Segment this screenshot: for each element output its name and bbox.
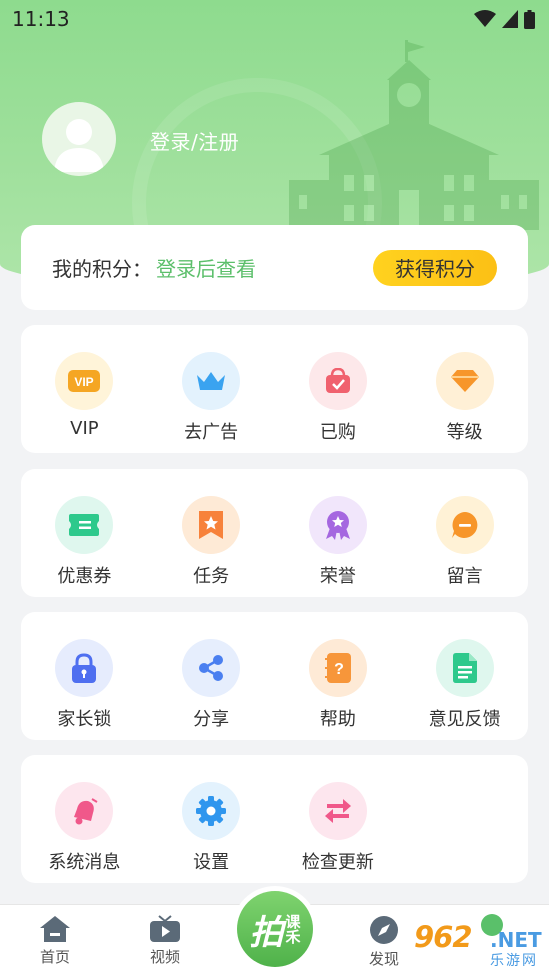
menu-item-share[interactable]: 分享 xyxy=(148,639,275,731)
coupon-icon xyxy=(55,496,114,554)
menu-label: 分享 xyxy=(193,709,230,730)
menu-item-message[interactable]: 留言 xyxy=(401,496,528,588)
menu-item-system-messages[interactable]: 系统消息 xyxy=(21,782,148,874)
medal-icon xyxy=(308,496,367,554)
menu-label: 检查更新 xyxy=(301,852,374,873)
status-time: 11:13 xyxy=(12,7,70,31)
refresh-icon xyxy=(308,782,367,840)
tab-label: 首页 xyxy=(39,948,70,966)
menu-item-vip[interactable]: VIP VIP xyxy=(21,352,148,444)
tab-video[interactable]: 视频 xyxy=(130,915,200,967)
bag-icon xyxy=(308,352,367,410)
menu-item-level[interactable]: 等级 xyxy=(401,352,528,444)
task-icon xyxy=(182,496,241,554)
earn-points-button[interactable]: 获得积分 xyxy=(373,249,497,286)
menu-item-parent-lock[interactable]: 家长锁 xyxy=(21,639,148,731)
watermark-number: 962 xyxy=(414,920,473,954)
tab-label: 视频 xyxy=(149,948,180,966)
home-icon xyxy=(40,916,70,942)
svg-text:?: ? xyxy=(334,661,344,678)
menu-item-check-update[interactable]: 检查更新 xyxy=(275,782,402,874)
tv-icon xyxy=(150,915,180,942)
menu-label: 等级 xyxy=(446,422,483,443)
menu-item-feedback[interactable]: 意见反馈 xyxy=(401,639,528,731)
menu-card-4: 系统消息 设置 检查更新 xyxy=(21,755,528,883)
crown-icon xyxy=(182,352,241,410)
signal-icon xyxy=(502,10,518,28)
bell-icon xyxy=(55,782,114,840)
status-bar: 11:13 xyxy=(0,0,549,38)
menu-label: 留言 xyxy=(446,566,483,587)
site-watermark: 962 .NET 乐游网 xyxy=(414,920,549,972)
menu-label: 任务 xyxy=(193,566,230,587)
svg-text:VIP: VIP xyxy=(75,375,94,389)
menu-item-honor[interactable]: 荣誉 xyxy=(275,496,402,588)
user-avatar-icon xyxy=(54,119,104,172)
menu-label: 荣誉 xyxy=(319,566,356,587)
menu-label: VIP xyxy=(70,418,99,439)
diamond-icon xyxy=(435,352,494,410)
menu-item-coupon[interactable]: 优惠券 xyxy=(21,496,148,588)
tab-discover[interactable]: 发现 xyxy=(349,915,419,969)
lock-icon xyxy=(55,639,114,697)
menu-label: 家长锁 xyxy=(57,709,112,730)
feedback-icon xyxy=(435,639,494,697)
tab-label: 发现 xyxy=(368,950,399,968)
menu-card-3: 家长锁 分享 ? 帮助 意见反馈 xyxy=(21,612,528,740)
menu-label: 设置 xyxy=(193,852,230,873)
menu-label: 系统消息 xyxy=(48,852,121,873)
points-card: 我的积分： 登录后查看 获得积分 xyxy=(21,225,528,310)
menu-item-help[interactable]: ? 帮助 xyxy=(275,639,402,731)
avatar[interactable] xyxy=(42,102,116,176)
menu-label: 去广告 xyxy=(184,422,239,443)
gear-icon xyxy=(182,782,241,840)
menu-item-task[interactable]: 任务 xyxy=(148,496,275,588)
menu-label: 已购 xyxy=(319,422,356,443)
menu-item-remove-ads[interactable]: 去广告 xyxy=(148,352,275,444)
logo-main-text: 拍 xyxy=(249,912,284,953)
wifi-icon xyxy=(474,10,496,27)
share-icon xyxy=(182,639,241,697)
menu-card-1: VIP VIP 去广告 已购 等级 xyxy=(21,325,528,453)
center-camera-button[interactable]: 拍 课禾 xyxy=(232,886,318,972)
menu-item-purchased[interactable]: 已购 xyxy=(275,352,402,444)
menu-label: 优惠券 xyxy=(57,566,112,587)
points-label: 我的积分： xyxy=(52,257,152,281)
menu-card-2: 优惠券 任务 荣誉 留言 xyxy=(21,469,528,597)
watermark-domain: .NET xyxy=(490,928,542,952)
menu-item-settings[interactable]: 设置 xyxy=(148,782,275,874)
vip-icon: VIP xyxy=(55,352,114,410)
tab-home[interactable]: 首页 xyxy=(20,915,90,967)
menu-label: 帮助 xyxy=(319,709,356,730)
logo-sub-text: 课禾 xyxy=(283,914,302,944)
help-icon: ? xyxy=(308,639,367,697)
battery-icon xyxy=(524,9,535,29)
message-icon xyxy=(435,496,494,554)
points-value[interactable]: 登录后查看 xyxy=(156,253,256,282)
paike-logo: 拍 课禾 xyxy=(237,891,313,967)
compass-icon xyxy=(370,916,398,944)
login-register-link[interactable]: 登录/注册 xyxy=(150,126,239,155)
menu-label: 意见反馈 xyxy=(428,709,501,730)
school-building-illustration xyxy=(289,40,539,230)
watermark-subtitle: 乐游网 xyxy=(490,953,538,969)
